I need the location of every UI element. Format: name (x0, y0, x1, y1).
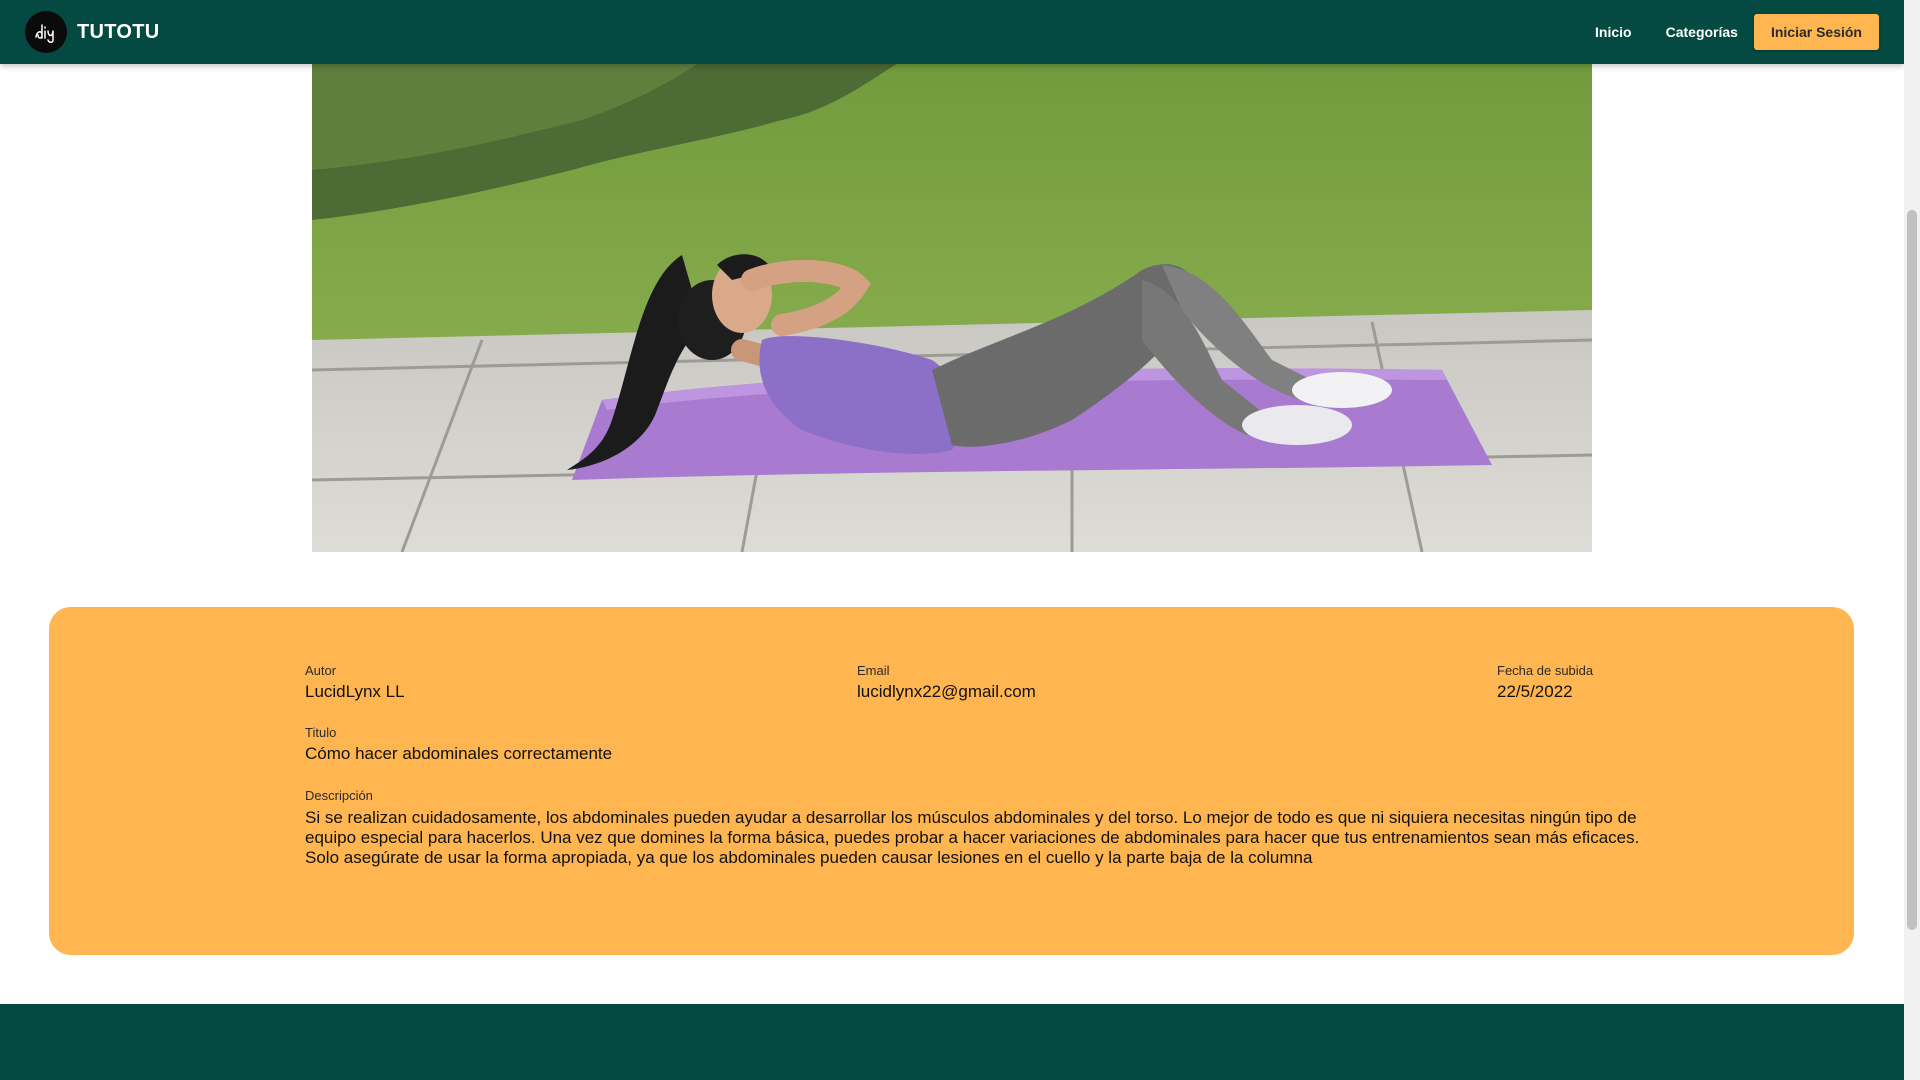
scrollbar[interactable] (1904, 0, 1920, 1080)
scrollbar-thumb[interactable] (1907, 210, 1917, 930)
title-label: Titulo (305, 725, 337, 740)
nav-menu: Inicio Categorías Iniciar Sesión (1595, 14, 1879, 50)
tutorial-image (312, 40, 1592, 552)
nav-link-categories[interactable]: Categorías (1666, 24, 1738, 40)
author-value: LucidLynx LL (305, 682, 405, 701)
description-value: Si se realizan cuidadosamente, los abdom… (305, 808, 1640, 867)
brand-name[interactable]: TUTOTU (77, 21, 160, 44)
page: TUTOTU Inicio Categorías Iniciar Sesión (0, 0, 1920, 1080)
upload-date-value: 22/5/2022 (1497, 682, 1573, 701)
brand[interactable]: TUTOTU (25, 11, 160, 53)
author-label: Autor (305, 663, 337, 678)
diy-logo-icon[interactable] (25, 11, 67, 53)
login-button[interactable]: Iniciar Sesión (1753, 14, 1879, 50)
description-label: Descripción (305, 788, 373, 803)
upload-date-label: Fecha de subida (1497, 663, 1594, 678)
tutorial-info-card: Autor LucidLynx LL Email lucidlynx22@gma… (49, 607, 1854, 955)
footer (0, 1004, 1904, 1080)
email-value: lucidlynx22@gmail.com (857, 682, 1036, 701)
nav-link-home[interactable]: Inicio (1595, 24, 1632, 40)
navbar: TUTOTU Inicio Categorías Iniciar Sesión (0, 0, 1904, 64)
email-label: Email (857, 663, 890, 678)
title-value: Cómo hacer abdominales correctamente (305, 744, 613, 763)
